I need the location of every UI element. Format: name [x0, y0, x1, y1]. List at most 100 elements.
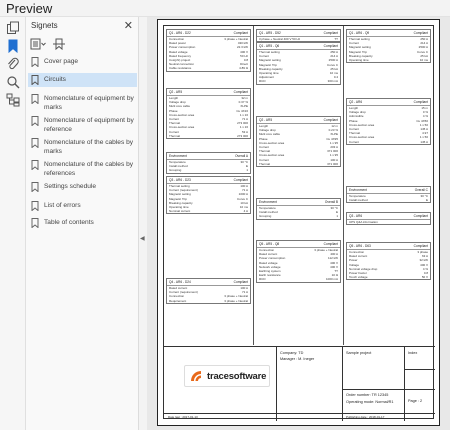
circuit-block-header: Q2 - AR5 Compliant [167, 89, 250, 96]
bookmark-item-settings-schedule[interactable]: Settings schedule [28, 180, 137, 194]
bookmark-item-table-of-contents[interactable]: Table of contents [28, 216, 137, 230]
company-logo: tracesoftware [184, 365, 270, 387]
circuit-block: Q3 - AR6 Compliant UPS Q&A information [346, 212, 431, 226]
copy-pages-icon[interactable] [6, 21, 20, 35]
project-field: Sample project [346, 351, 372, 355]
bookmark-label: Cover page [44, 58, 79, 65]
row-value: 145 A [420, 139, 428, 144]
row-label: 3 phase + Neutral 400 V 50 Hz [259, 37, 301, 41]
circuit-block: Environment Overall A Temperature 30 °C Inst… [166, 152, 251, 174]
collapse-sidebar-icon[interactable]: ◀ [140, 235, 145, 242]
row-value: 4 A [243, 209, 248, 214]
bookmark-icon [31, 218, 39, 228]
circuit-block-header: Q5 - AR6 - D63 Compliant [347, 243, 430, 250]
circuit-id: Q1 - AR5 - D52 [259, 31, 281, 35]
circuit-row: UPS Q&A information [347, 220, 430, 224]
circuit-id: Environment [259, 200, 277, 204]
bookmark-item-nomenclature-equipment-marks[interactable]: Nomenclature of equipment by marks [28, 92, 137, 114]
circuit-id: Environment [349, 188, 367, 192]
bookmarks-title: Signets [31, 21, 58, 30]
bookmark-icon [31, 57, 39, 67]
circuit-id: Q1 - AR5 - Q6 [259, 44, 280, 48]
circuit-block: Q1 - AR5 - Q6 Compliant Thermal setting 250… [256, 42, 341, 85]
bookmark-icon[interactable] [6, 39, 20, 53]
row-value: E [425, 198, 428, 203]
bookmark-item-nomenclature-equipment-reference[interactable]: Nomenclature of equipment by reference [28, 114, 137, 136]
expand-bookmark-icon[interactable] [52, 37, 66, 51]
circuit-block: Q1 - AR6 - Q9 Compliant Thermal setting 250… [346, 29, 431, 64]
bookmark-item-cover-page[interactable]: Cover page [28, 55, 137, 69]
options-menu-icon[interactable] [30, 37, 46, 51]
circuit-block-header: Q1 - AR6 - D22 Compliant [167, 30, 250, 37]
logo-text: tracesoftware [207, 370, 267, 382]
bookmark-item-nomenclature-cables-references[interactable]: Nomenclature of the cables by references [28, 158, 137, 180]
search-icon[interactable] [6, 75, 20, 89]
circuit-block-header: Q3 - AR6 Compliant [347, 213, 430, 220]
circuit-block-header: Environment Overall A [167, 153, 250, 160]
title-block: tracesoftware Company: TD Manager : M. I… [164, 346, 435, 421]
circuit-block-header: Q4 - AR6 - D24 Compliant [167, 279, 250, 286]
row-value: 1000 mA [325, 277, 338, 282]
circuit-row: Thermal 273 000 [167, 134, 250, 138]
layers-icon[interactable] [6, 93, 20, 107]
row-value: 4.89 Ω [239, 66, 248, 71]
bookmark-item-nomenclature-cables-marks[interactable]: Nomenclature of the cables by marks [28, 136, 137, 158]
circuit-column: Q1 - AR5 - D52 Compliant 3 phase + Neutral… [254, 26, 344, 345]
operating-mode-field: Operating mode: Normal/R1 [346, 400, 394, 404]
circuit-column: Q1 - AR6 - Q9 Compliant Thermal setting 250… [344, 26, 434, 345]
row-label: Thermal [259, 161, 271, 166]
circuit-block: Q5 - AR5 - Q8 Compliant Connection 3 phase … [256, 240, 341, 283]
row-label: Grouping [169, 168, 182, 173]
bookmark-icon [31, 75, 39, 85]
tracesoftware-logo-icon [191, 371, 201, 381]
row-label: Cable resistance [169, 66, 192, 71]
row-value: 1 [246, 168, 248, 173]
circuit-row: Requirement 3 phase + Neutral [167, 299, 250, 303]
row-label: RCD [259, 79, 266, 84]
document-viewport[interactable]: Q1 - AR6 - D22 Compliant Connection 3 phase… [147, 17, 450, 430]
bookmark-item-circuits[interactable]: Circuits [28, 73, 137, 87]
row-value: 3 phase + Neutral [224, 298, 248, 303]
circuit-id: Q2 - AR6 [349, 100, 363, 104]
circuit-status: Compliant [233, 178, 248, 182]
bookmark-label: Nomenclature of equipment by marks [44, 95, 134, 111]
circuit-id: Q2 - AR5 [259, 118, 273, 122]
sidebar-splitter[interactable]: ◀ [139, 17, 147, 430]
bookmark-item-list-of-errors[interactable]: List of errors [28, 199, 137, 213]
circuit-column: Q1 - AR6 - D22 Compliant Connection 3 phase… [164, 26, 254, 345]
circuit-block-header: Q1 - AR5 - Q6 Compliant [257, 43, 340, 50]
row-label: Thermal [169, 133, 181, 138]
circuit-status: Compliant [323, 118, 338, 122]
circuit-block-header: Q3 - AR6 - D23 Compliant [167, 177, 250, 184]
circuit-status: Compliant [323, 242, 338, 246]
circuit-status: Compliant [413, 214, 428, 218]
bookmark-icon [31, 138, 39, 148]
circuit-status: Overall A [235, 154, 248, 158]
left-rail [0, 17, 26, 430]
circuit-id: Q2 - AR5 [169, 90, 183, 94]
bookmark-label: Settings schedule [44, 183, 97, 190]
bookmark-label: Table of contents [44, 219, 94, 226]
bookmark-label: Circuits [44, 76, 66, 83]
bookmark-icon [31, 116, 39, 126]
circuit-block: Q2 - AR5 Compliant Length 12 m Voltage drop 0… [256, 116, 341, 168]
page-number-field: Page : 2 [408, 399, 423, 403]
circuit-status: Compliant [413, 244, 428, 248]
circuit-status: Compliant [233, 280, 248, 284]
row-label: Requirement [169, 298, 187, 303]
circuit-row: RCD 300 mA [257, 79, 340, 83]
circuit-status: Compliant [233, 90, 248, 94]
circuit-row: Operating time 10 ms [347, 58, 430, 62]
circuit-block-header: Q2 - AR5 Compliant [257, 117, 340, 124]
close-icon[interactable]: ✕ [124, 19, 133, 32]
circuit-block: Q5 - AR6 - D63 Compliant Connection 3 phase… [346, 242, 431, 281]
row-value: 371 000 [327, 161, 338, 166]
circuit-status: Overall B [324, 200, 338, 204]
circuit-id: Q3 - AR6 [349, 214, 363, 218]
bookmark-icon [31, 94, 39, 104]
circuit-block-header: Q1 - AR6 - Q9 Compliant [347, 30, 430, 37]
attachment-icon[interactable] [6, 57, 20, 71]
order-number-field: Order number: TR 12345 [346, 393, 389, 397]
row-label: Current [349, 139, 360, 144]
bookmarks-panel: Signets ✕ Cover page Circuits Nomenclatu… [26, 17, 139, 430]
